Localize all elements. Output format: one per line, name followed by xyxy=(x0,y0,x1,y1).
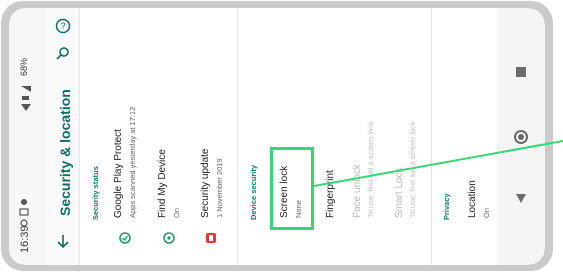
annotation-pointer xyxy=(313,140,563,187)
